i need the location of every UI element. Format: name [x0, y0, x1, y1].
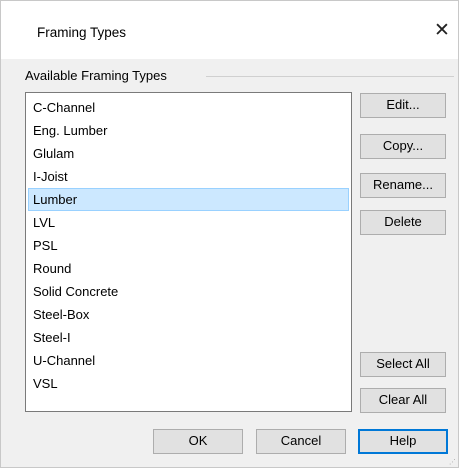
- dialog-title: Framing Types: [37, 25, 127, 40]
- cancel-button[interactable]: Cancel: [256, 429, 346, 454]
- clear-all-button[interactable]: Clear All: [360, 388, 446, 413]
- list-item-round[interactable]: Round: [28, 257, 349, 280]
- list-item-lvl[interactable]: LVL: [28, 211, 349, 234]
- list-item-steel-box[interactable]: Steel-Box: [28, 303, 349, 326]
- group-label: Available Framing Types: [25, 68, 171, 83]
- ok-button[interactable]: OK: [153, 429, 243, 454]
- help-button[interactable]: Help: [358, 429, 448, 454]
- list-item-i-joist[interactable]: I-Joist: [28, 165, 349, 188]
- list-item-solid-concrete[interactable]: Solid Concrete: [28, 280, 349, 303]
- list-item-vsl[interactable]: VSL: [28, 372, 349, 395]
- copy-button[interactable]: Copy...: [360, 134, 446, 159]
- group-divider: [206, 76, 454, 77]
- list-item-lumber[interactable]: Lumber: [28, 188, 349, 211]
- list-item-psl[interactable]: PSL: [28, 234, 349, 257]
- edit-button[interactable]: Edit...: [360, 93, 446, 118]
- list-item-eng-lumber[interactable]: Eng. Lumber: [28, 119, 349, 142]
- delete-button[interactable]: Delete: [360, 210, 446, 235]
- title-bar: Framing Types ✕: [1, 1, 458, 59]
- list-item-steel-i[interactable]: Steel-I: [28, 326, 349, 349]
- rename-button[interactable]: Rename...: [360, 173, 446, 198]
- select-all-button[interactable]: Select All: [360, 352, 446, 377]
- resize-grip-icon[interactable]: ⋰: [449, 459, 457, 467]
- list-item-c-channel[interactable]: C-Channel: [28, 96, 349, 119]
- close-icon[interactable]: ✕: [431, 20, 453, 42]
- framing-types-dialog: Framing Types ✕ Available Framing Types …: [0, 0, 459, 468]
- framing-types-list[interactable]: C-Channel Eng. Lumber Glulam I-Joist Lum…: [25, 92, 352, 412]
- list-item-glulam[interactable]: Glulam: [28, 142, 349, 165]
- list-item-u-channel[interactable]: U-Channel: [28, 349, 349, 372]
